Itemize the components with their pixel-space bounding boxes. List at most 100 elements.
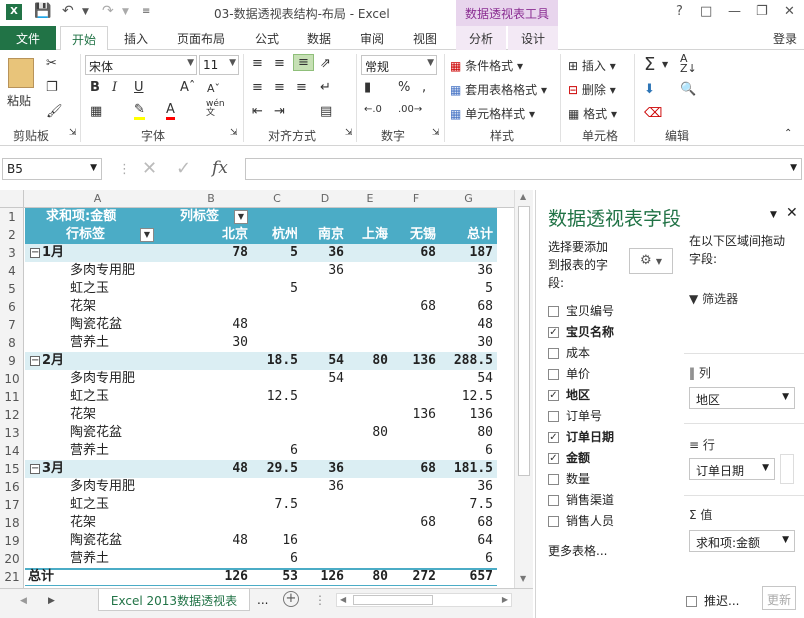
merge-center-icon[interactable]: ▤ xyxy=(320,104,332,119)
column-header-c[interactable]: C xyxy=(252,192,302,205)
undo-icon[interactable]: ↶ xyxy=(62,3,74,19)
value-cell-g[interactable]: 187 xyxy=(440,244,493,262)
group-row-label[interactable]: 1月 xyxy=(42,244,64,262)
row-header[interactable]: 19 xyxy=(0,532,24,550)
value-cell-b[interactable] xyxy=(170,496,248,514)
value-cell-f[interactable] xyxy=(392,370,436,388)
sheet-tab[interactable]: Excel 2013数据透视表 xyxy=(98,589,250,611)
value-cell-b[interactable] xyxy=(170,478,248,496)
group-row-label[interactable]: 2月 xyxy=(42,352,64,370)
checkbox[interactable] xyxy=(548,411,559,422)
collapse-button-icon[interactable]: − xyxy=(30,464,40,474)
value-cell-d[interactable]: 36 xyxy=(302,262,344,280)
value-cell-d[interactable] xyxy=(302,496,344,514)
tab-formulas[interactable]: 公式 xyxy=(255,30,279,47)
value-cell-f[interactable] xyxy=(392,496,436,514)
value-cell-f[interactable]: 68 xyxy=(392,514,436,532)
value-cell-f[interactable] xyxy=(392,280,436,298)
value-cell-g[interactable]: 36 xyxy=(440,262,493,280)
row-header[interactable]: 10 xyxy=(0,370,24,388)
tab-home[interactable]: 开始 xyxy=(60,26,108,51)
confirm-entry-icon[interactable]: ✓ xyxy=(176,158,191,179)
item-row-label[interactable]: 花架 xyxy=(70,514,96,532)
minimize-icon[interactable]: — xyxy=(728,4,741,19)
value-cell-d[interactable]: 36 xyxy=(302,478,344,496)
field-item[interactable]: 订单号 xyxy=(548,407,602,427)
item-row-label[interactable]: 花架 xyxy=(70,406,96,424)
undo-dropdown-icon[interactable]: ▼ xyxy=(82,7,89,17)
item-row-label[interactable]: 多肉专用肥 xyxy=(70,262,135,280)
help-button[interactable]: ? xyxy=(676,4,683,19)
value-cell-c[interactable]: 18.5 xyxy=(252,352,298,370)
value-cell-c[interactable] xyxy=(252,424,298,442)
value-cell-c[interactable]: 5 xyxy=(252,244,298,262)
redo-dropdown-icon[interactable]: ▼ xyxy=(122,7,129,17)
checkbox[interactable] xyxy=(548,495,559,506)
checkbox-checked[interactable]: ✓ xyxy=(548,327,559,338)
number-format-combo[interactable]: 常规 ▼ xyxy=(361,55,437,75)
value-cell-d[interactable] xyxy=(302,550,344,568)
value-cell-b[interactable] xyxy=(170,442,248,460)
vertical-scrollbar[interactable]: ▲ ▼ xyxy=(514,190,533,588)
format-cells-button[interactable]: ▦ 格式 ▾ xyxy=(568,105,617,122)
row-header[interactable]: 9 xyxy=(0,352,24,370)
grand-total-label[interactable]: 总计 xyxy=(28,568,54,586)
value-cell-f[interactable] xyxy=(392,442,436,460)
value-cell-f[interactable] xyxy=(392,550,436,568)
insert-function-icon[interactable]: fx xyxy=(212,158,228,178)
field-item[interactable]: ✓ 订单日期 xyxy=(548,428,614,448)
autosum-icon[interactable]: Σ xyxy=(644,54,655,75)
redo-icon[interactable]: ↷ xyxy=(102,3,114,19)
value-cell-e[interactable] xyxy=(348,460,388,478)
value-cell-c[interactable]: 29.5 xyxy=(252,460,298,478)
field-list-settings-button[interactable]: ⚙ ▼ xyxy=(629,248,673,274)
value-cell-e[interactable]: 80 xyxy=(348,568,388,586)
row-header[interactable]: 12 xyxy=(0,406,24,424)
value-cell-c[interactable]: 7.5 xyxy=(252,496,298,514)
value-cell-g[interactable]: 48 xyxy=(440,316,493,334)
value-cell-b[interactable] xyxy=(170,550,248,568)
bold-icon[interactable]: B xyxy=(90,80,100,95)
increase-font-icon[interactable]: Aˆ xyxy=(180,80,195,95)
value-cell-g[interactable]: 54 xyxy=(440,370,493,388)
delete-cells-button[interactable]: ⊟ 删除 ▾ xyxy=(568,81,616,98)
copy-icon[interactable]: ❐ xyxy=(46,80,58,95)
field-item[interactable]: 销售人员 xyxy=(548,512,614,532)
checkbox[interactable] xyxy=(548,369,559,380)
defer-update-checkbox[interactable]: 推迟... xyxy=(686,592,739,609)
orientation-icon[interactable]: ⇗ xyxy=(320,56,331,71)
item-row-label[interactable]: 多肉专用肥 xyxy=(70,370,135,388)
checkbox[interactable] xyxy=(548,306,559,317)
value-cell-b[interactable]: 48 xyxy=(170,460,248,478)
value-cell-b[interactable] xyxy=(170,370,248,388)
value-cell-f[interactable]: 272 xyxy=(392,568,436,586)
value-cell-e[interactable] xyxy=(348,334,388,352)
tab-page-layout[interactable]: 页面布局 xyxy=(177,30,225,47)
row-header[interactable]: 6 xyxy=(0,298,24,316)
paste-button[interactable]: 粘贴 xyxy=(7,92,31,109)
find-select-icon[interactable]: 🔍 xyxy=(680,82,696,97)
value-cell-g[interactable]: 657 xyxy=(440,568,493,586)
tab-view[interactable]: 视图 xyxy=(413,30,437,47)
value-cell-f[interactable]: 136 xyxy=(392,352,436,370)
value-cell-b[interactable]: 48 xyxy=(170,316,248,334)
restore-icon[interactable]: ❐ xyxy=(756,4,768,19)
value-cell-f[interactable]: 68 xyxy=(392,244,436,262)
value-cell-d[interactable] xyxy=(302,532,344,550)
align-right-icon[interactable]: ≡ xyxy=(296,80,307,95)
row-labels-filter-icon[interactable]: ▼ xyxy=(140,228,154,242)
collapse-button-icon[interactable]: − xyxy=(30,248,40,258)
value-cell-d[interactable]: 126 xyxy=(302,568,344,586)
value-cell-b[interactable]: 78 xyxy=(170,244,248,262)
value-cell-e[interactable] xyxy=(348,280,388,298)
row-header[interactable]: 20 xyxy=(0,550,24,568)
item-row-label[interactable]: 陶瓷花盆 xyxy=(70,316,122,334)
value-cell-c[interactable]: 5 xyxy=(252,280,298,298)
insert-cells-button[interactable]: ⊞ 插入 ▾ xyxy=(568,57,616,74)
next-sheet-icon[interactable]: ▶ xyxy=(48,596,55,606)
column-header-e[interactable]: E xyxy=(348,192,392,205)
value-cell-b[interactable] xyxy=(170,388,248,406)
underline-icon[interactable]: U xyxy=(134,80,144,95)
tab-insert[interactable]: 插入 xyxy=(124,30,148,47)
row-header[interactable]: 2 xyxy=(0,226,24,244)
